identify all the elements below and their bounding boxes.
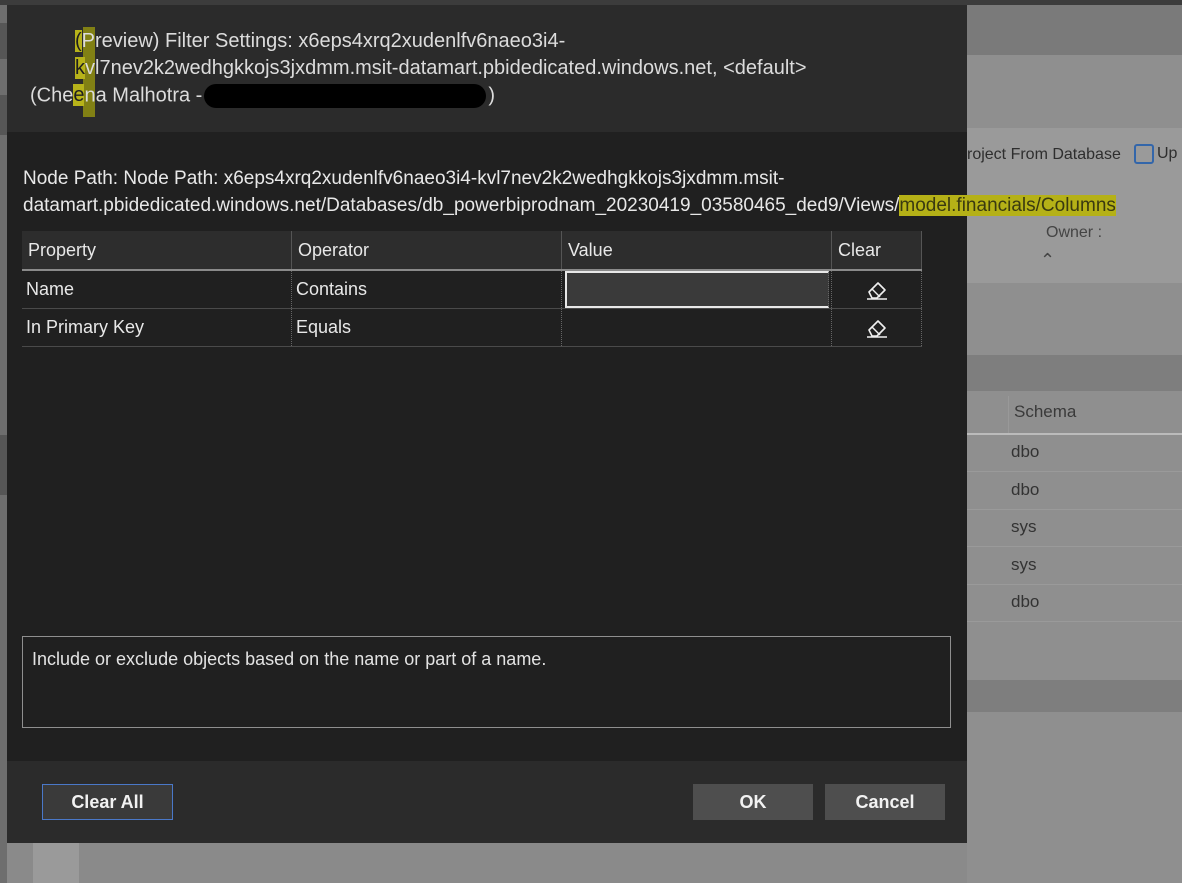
eraser-icon[interactable]: [864, 316, 890, 340]
filter-grid: Property Operator Value Clear Name Conta…: [22, 231, 922, 347]
value-cell[interactable]: [562, 271, 832, 308]
filter-settings-dialog: (Preview) Filter Settings: x6eps4xrq2xud…: [7, 5, 1116, 843]
operator-cell[interactable]: Equals: [292, 309, 562, 346]
chevron-up-icon[interactable]: ⌃: [1040, 250, 1055, 271]
background-schema-header: Schema: [967, 396, 1182, 435]
table-row[interactable]: In Primary Key Equals: [22, 309, 922, 347]
eraser-icon[interactable]: [864, 278, 890, 302]
background-update-button[interactable]: Up: [1134, 144, 1177, 164]
ok-button[interactable]: OK: [693, 784, 813, 820]
column-header-property[interactable]: Property: [22, 231, 292, 269]
operator-cell[interactable]: Contains: [292, 271, 562, 308]
property-cell: Name: [22, 271, 292, 308]
dialog-title-line2: kvl7nev2k2wedhgkkojs3jxdmm.msit-datamart…: [75, 57, 807, 79]
clear-cell[interactable]: [832, 309, 922, 346]
background-schema-row: dbo: [967, 585, 1182, 622]
background-schema-row: dbo: [967, 435, 1182, 472]
value-input[interactable]: [565, 271, 829, 308]
background-schema-row: dbo: [967, 473, 1182, 510]
background-project-from-database[interactable]: roject From Database: [967, 146, 1121, 164]
background-schema-row: sys: [967, 510, 1182, 547]
dialog-title-line1: (Preview) Filter Settings: x6eps4xrq2xud…: [75, 30, 566, 52]
node-path: Node Path: Node Path: x6eps4xrq2xudenlfv…: [23, 168, 1116, 216]
column-header-value[interactable]: Value: [562, 231, 832, 269]
background-block: [33, 843, 79, 883]
description-box: Include or exclude objects based on the …: [22, 636, 951, 728]
clear-cell[interactable]: [832, 271, 922, 308]
dialog-header: (Preview) Filter Settings: x6eps4xrq2xud…: [7, 5, 967, 132]
column-header-clear[interactable]: Clear: [832, 231, 922, 269]
clear-all-button[interactable]: Clear All: [42, 784, 173, 820]
database-icon: [1134, 144, 1154, 164]
dialog-footer: Clear All OK Cancel: [7, 761, 967, 843]
table-row[interactable]: Name Contains: [22, 271, 922, 309]
cancel-button[interactable]: Cancel: [825, 784, 945, 820]
background-left-column: [0, 5, 7, 883]
dialog-title-line3: (Cheena Malhotra -): [30, 84, 495, 108]
background-schema-row: sys: [967, 548, 1182, 585]
redacted-email: [204, 84, 487, 108]
property-cell: In Primary Key: [22, 309, 292, 346]
value-cell[interactable]: [562, 309, 832, 346]
column-header-operator[interactable]: Operator: [292, 231, 562, 269]
grid-header: Property Operator Value Clear: [22, 231, 922, 271]
background-owner-label: Owner :: [1046, 224, 1103, 241]
